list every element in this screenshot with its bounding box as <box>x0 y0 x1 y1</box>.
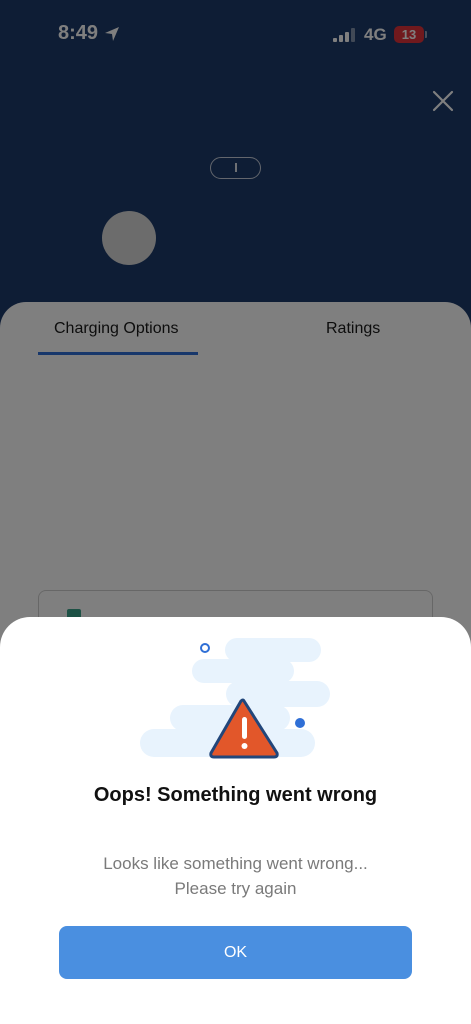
error-dialog: Oops! Something went wrong Looks like so… <box>0 617 471 1024</box>
ok-button[interactable]: OK <box>59 926 412 979</box>
dialog-message-line-1: Looks like something went wrong... <box>103 854 368 873</box>
warning-triangle-icon <box>140 638 330 759</box>
dialog-title: Oops! Something went wrong <box>93 784 378 806</box>
dialog-message: Looks like something went wrong... Pleas… <box>0 851 471 901</box>
dialog-message-line-2: Please try again <box>174 879 297 898</box>
